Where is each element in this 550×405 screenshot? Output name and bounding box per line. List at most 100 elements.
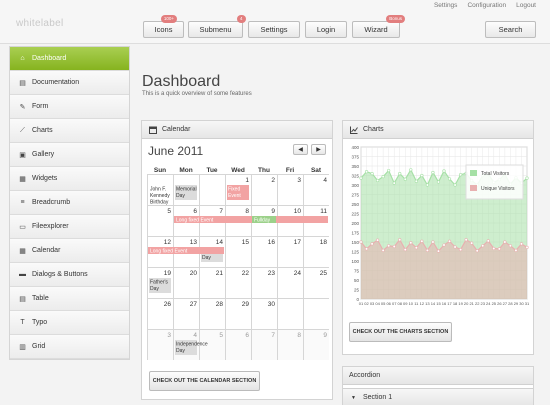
sidebar-item-form[interactable]: ✎ Form [10, 95, 129, 119]
sidebar-item-gallery[interactable]: ▣ Gallery [10, 143, 129, 167]
sidebar-item-calendar[interactable]: ▦ Calendar [10, 239, 129, 263]
sidebar-item-label: Table [32, 295, 49, 302]
search-button-label: Search [498, 25, 523, 34]
calendar-day-cell [199, 174, 226, 206]
dialog-icon: ▬ [19, 271, 26, 278]
search-button[interactable]: Search [485, 21, 536, 38]
calendar-day-number: 13 [190, 239, 198, 246]
calendar-day-number: 3 [167, 332, 171, 339]
calendar-icon [148, 126, 157, 134]
chart-x-tick-label: 01 [359, 301, 364, 306]
logo: whitelabel [16, 18, 64, 29]
accordion-section-1[interactable]: ▼ Section 1 [343, 388, 533, 405]
folder-icon: ▭ [19, 223, 26, 231]
calendar-day-number: 6 [245, 332, 249, 339]
table-icon: ▤ [19, 295, 26, 303]
sidebar-item-grid[interactable]: ▥ Grid [10, 335, 129, 359]
chart-x-tick-label: 28 [508, 301, 513, 306]
charts-section-button[interactable]: CHECK OUT THE CHARTS SECTION [349, 322, 452, 342]
chart-data-point [370, 242, 374, 246]
calendar-section-button[interactable]: CHECK OUT THE CALENDAR SECTION [149, 371, 260, 391]
chart-x-tick-label: 18 [453, 301, 458, 306]
calendar-day-number: 10 [294, 208, 302, 215]
chart-data-point [447, 239, 452, 243]
calendar-event-text: Father's [150, 280, 168, 286]
sidebar: ⌂ Dashboard ▤ Documentation ✎ Form ⟋ Charts ▣ Gal… [9, 46, 130, 360]
chart-data-point [525, 176, 529, 180]
calendar-day-number: 9 [323, 332, 327, 339]
sidebar-item-label: Charts [32, 127, 53, 134]
chart-x-tick-label: 15 [436, 301, 441, 306]
sidebar-item-table[interactable]: ▤ Table [10, 287, 129, 311]
chart-legend-swatch [470, 185, 477, 191]
chart-data-point [525, 245, 529, 249]
sidebar-item-label: Documentation [32, 79, 80, 86]
icons-button-label: Icons [154, 25, 173, 34]
logout-link[interactable]: Logout [516, 2, 536, 9]
chart-data-point [398, 171, 402, 176]
top-links: Settings Configuration Logout [434, 2, 536, 9]
chart-x-tick-label: 31 [525, 301, 530, 306]
page-title: Dashboard [142, 73, 221, 90]
sidebar-item-label: Calendar [32, 247, 61, 254]
sidebar-item-typo[interactable]: T Typo [10, 311, 129, 335]
chart-data-point [359, 240, 363, 244]
chart-data-point [436, 249, 441, 253]
calendar-event-text: Event [228, 193, 241, 199]
wizard-button[interactable]: Wizard Bonus [352, 15, 405, 38]
typo-icon: T [20, 319, 25, 326]
calendar-event-text: Day [202, 255, 211, 261]
sidebar-item-dashboard[interactable]: ⌂ Dashboard [10, 47, 129, 71]
calendar-event-text: Kennedy [150, 193, 170, 199]
icons-button[interactable]: Icons 100+ [143, 15, 184, 38]
chart-x-tick-label: 06 [386, 301, 391, 306]
calendar-day-number: 22 [242, 270, 250, 277]
icons-badge: 100+ [160, 15, 177, 23]
calendar-day-number: 7 [219, 208, 223, 215]
sidebar-item-charts[interactable]: ⟋ Charts [10, 119, 129, 143]
calendar-day-number: 16 [268, 239, 276, 246]
chart-y-tick-label: 100 [351, 259, 359, 264]
calendar-panel: Calendar June 2011 ◀ ▶ Sun Mon Tue Wed Thu Fr… [141, 120, 333, 400]
login-button[interactable]: Login [305, 21, 347, 38]
calendar-next-button[interactable]: ▶ [311, 144, 326, 155]
accordion-section-1-label: Section 1 [362, 394, 393, 401]
calendar-prev-button[interactable]: ◀ [293, 144, 308, 155]
sidebar-item-widgets[interactable]: ▦ Widgets [10, 167, 129, 191]
calendar-day-number: 4 [323, 177, 327, 184]
chart-x-tick-label: 24 [486, 301, 491, 306]
chart-data-point [436, 180, 441, 184]
chart-data-point [392, 244, 396, 249]
chart-x-tick-label: 14 [431, 301, 436, 306]
weekday-label: Thu [258, 167, 270, 174]
calendar-day-number: 15 [242, 239, 250, 246]
settings-link[interactable]: Settings [434, 2, 458, 9]
charts-section-button-label: CHECK OUT THE CHARTS SECTION [352, 329, 449, 335]
chart-data-point [486, 239, 490, 243]
submenu-button[interactable]: Submenu 4 [188, 15, 246, 38]
settings-button[interactable]: Settings [248, 21, 300, 38]
calendar-day-number: 3 [297, 177, 301, 184]
chart-icon: ⟋ [20, 126, 25, 134]
chart-data-point [375, 178, 380, 183]
calendar-day-cell [277, 298, 304, 330]
chart-y-tick-label: 300 [351, 183, 359, 188]
chart-legend-label: Total Visitors [481, 171, 510, 177]
chart-y-tick-label: 200 [351, 221, 359, 226]
edit-icon: ✎ [19, 103, 26, 111]
chart-data-point [381, 175, 385, 179]
configuration-link[interactable]: Configuration [467, 2, 506, 9]
chart-y-tick-label: 350 [351, 164, 359, 169]
sidebar-item-fileexplorer[interactable]: ▭ Fileexplorer [10, 215, 129, 239]
calendar-event-text: Day [176, 193, 185, 199]
chart-data-point [508, 244, 512, 248]
chart-data-point [442, 243, 446, 247]
chart-x-tick-label: 10 [409, 301, 414, 306]
calendar-day-number: 6 [193, 208, 197, 215]
chart-data-point [375, 238, 380, 242]
sidebar-item-dialogs-buttons[interactable]: ▬ Dialogs & Buttons [10, 263, 129, 287]
sidebar-item-breadcrumb[interactable]: ≡ Breadcrumb [10, 191, 129, 215]
sidebar-item-documentation[interactable]: ▤ Documentation [10, 71, 129, 95]
chart-data-point [453, 183, 457, 187]
chart-data-point [458, 173, 463, 177]
